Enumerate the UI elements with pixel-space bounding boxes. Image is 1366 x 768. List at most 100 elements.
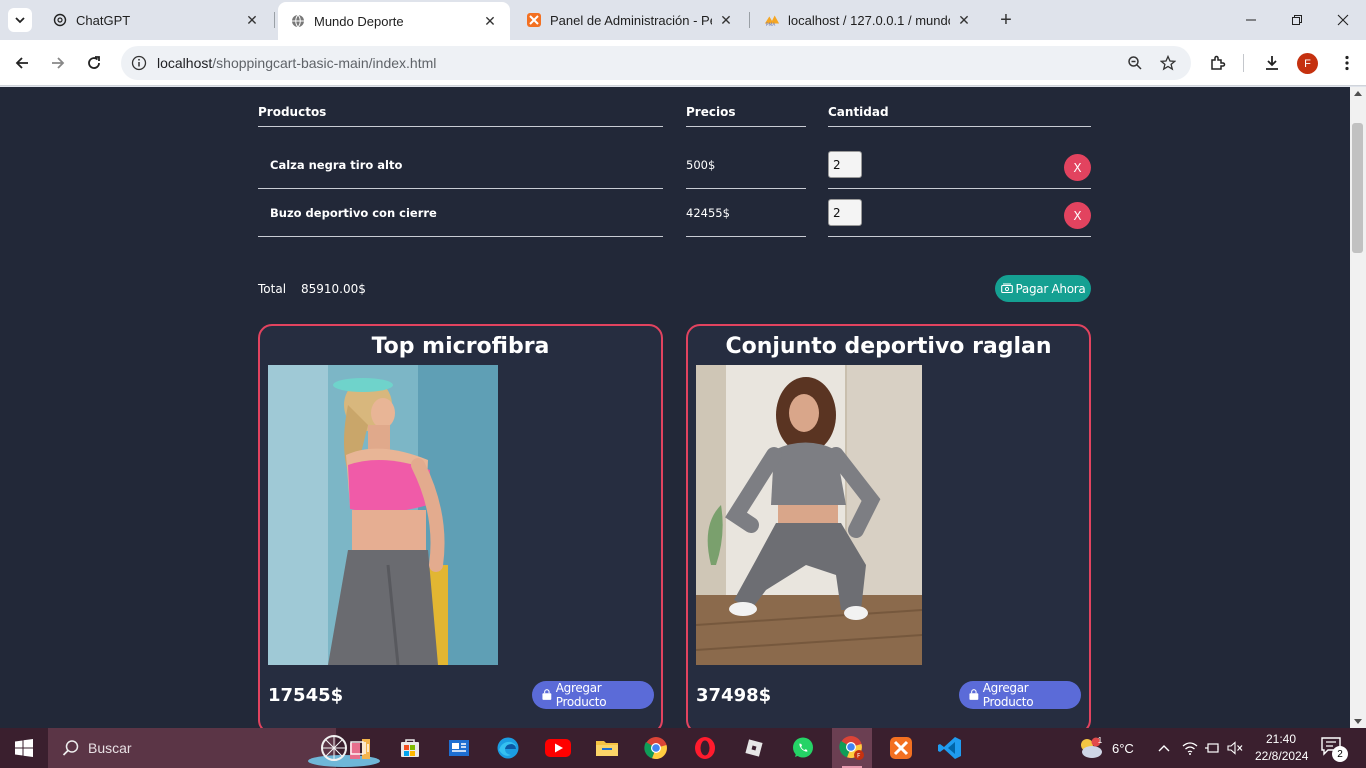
page-scrollbar[interactable] [1350,87,1366,728]
start-button[interactable] [0,728,48,768]
whatsapp-icon[interactable] [783,732,823,764]
download-icon [1266,56,1278,70]
zoom-icon[interactable] [1125,53,1145,73]
show-hidden-icons-button[interactable] [1156,728,1172,768]
clock-date: 22/8/2024 [1255,749,1309,763]
news-app-icon[interactable] [439,732,479,764]
youtube-icon[interactable] [538,732,578,764]
close-icon[interactable]: ✕ [956,12,972,28]
cart-item-name: Calza negra tiro alto [258,141,663,189]
tab-mundo-deporte[interactable]: Mundo Deporte ✕ [278,2,510,40]
volume-status[interactable] [1227,728,1243,768]
scrollbar-thumb[interactable] [1352,123,1363,253]
wifi-status[interactable] [1182,728,1198,768]
profile-avatar[interactable]: F [1297,53,1318,74]
roblox-icon[interactable] [734,732,774,764]
microsoft-store-icon[interactable] [390,732,430,764]
tab-separator [274,12,275,28]
volume-muted-icon [1227,741,1243,755]
scroll-up-arrow-icon[interactable] [1354,91,1362,96]
notifications-button[interactable]: 2 [1320,736,1348,762]
tab-panel-administracion[interactable]: Panel de Administración - Pedid ✕ [514,4,746,36]
add-product-button[interactable]: Agregar Producto [532,681,654,709]
close-icon[interactable]: ✕ [244,12,260,28]
address-bar[interactable]: localhost/shoppingcart-basic-main/index.… [121,46,1191,80]
remove-item-button[interactable]: X [1064,202,1091,229]
globe-icon [290,13,306,29]
file-explorer-icon[interactable] [587,732,627,764]
reload-button[interactable] [80,49,108,77]
product-card: Top microfibra 17545$ Agregar Producto [258,324,663,728]
bookmark-star-icon[interactable] [1158,53,1178,73]
cart-item-price-text: 500$ [686,157,716,172]
shopping-bag-icon [542,689,552,700]
minimize-button[interactable] [1228,0,1274,40]
battery-status[interactable] [1204,728,1220,768]
header-quantity: Cantidad [828,105,1091,127]
xampp-icon [526,12,542,28]
taskbar-clock[interactable]: 21:40 22/8/2024 [1255,731,1309,765]
product-card: Conjunto deportivo raglan 37498$ Agregar… [686,324,1091,728]
restore-icon [1292,15,1302,25]
back-button[interactable] [8,49,36,77]
pay-now-label: Pagar Ahora [1015,281,1086,296]
product-image [268,365,498,665]
search-icon [62,740,79,756]
quantity-input[interactable] [828,151,862,178]
product-price: 37498$ [696,685,772,706]
vscode-icon[interactable] [930,732,970,764]
tab-phpmyadmin[interactable]: PMA localhost / 127.0.0.1 / mundo_c ✕ [752,4,984,36]
windows-logo-icon [15,739,33,757]
remove-item-button[interactable]: X [1064,154,1091,181]
pay-now-button[interactable]: Pagar Ahora [995,275,1091,302]
header-products: Productos [258,105,663,127]
close-window-button[interactable] [1320,0,1366,40]
chrome-profile-icon[interactable]: F [832,728,872,768]
new-tab-button[interactable]: + [994,8,1018,32]
chrome-icon[interactable] [636,732,676,764]
taskbar-search[interactable]: Buscar [48,728,380,768]
cart-item-name: Buzo deportivo con cierre [258,189,663,237]
quantity-input[interactable] [828,199,862,226]
extensions-button[interactable] [1204,49,1232,77]
site-info-icon[interactable] [129,53,149,73]
xampp-icon[interactable] [881,732,921,764]
add-product-button[interactable]: Agregar Producto [959,681,1081,709]
chatgpt-icon [52,12,68,28]
menu-button[interactable] [1333,49,1361,77]
tab-title: localhost / 127.0.0.1 / mundo_c [788,12,950,28]
minimize-icon [1246,19,1256,21]
cart-item-quantity [828,141,1091,189]
url-path: /shoppingcart-basic-main/index.html [212,55,437,71]
weather-widget[interactable]: 1 6°C [1078,728,1138,768]
tab-chatgpt[interactable]: ChatGPT ✕ [40,4,272,36]
search-placeholder: Buscar [88,740,132,756]
clock-time: 21:40 [1265,732,1297,746]
task-view-icon[interactable] [340,732,380,764]
toolbar-divider [1243,54,1244,72]
total-value: 85910.00$ [301,282,366,296]
plug-icon [1205,743,1219,753]
close-icon[interactable]: ✕ [482,13,498,29]
url-host: localhost [157,55,213,71]
url-text[interactable]: localhost/shoppingcart-basic-main/index.… [157,55,436,71]
phpmyadmin-icon: PMA [764,12,780,28]
opera-icon[interactable] [685,732,725,764]
tab-search-button[interactable] [8,8,32,32]
cart-item-quantity [828,189,1091,237]
restore-button[interactable] [1274,0,1320,40]
page-content: Productos Precios Cantidad Calza negra t… [0,87,1350,728]
cart-item-name-text: Buzo deportivo con cierre [270,205,437,220]
forward-button[interactable] [44,49,72,77]
close-icon[interactable]: ✕ [718,12,734,28]
tab-title: Mundo Deporte [314,13,404,29]
browser-toolbar: localhost/shoppingcart-basic-main/index.… [0,40,1366,86]
reload-icon [88,56,100,69]
tab-title: ChatGPT [76,12,131,28]
edge-browser-icon[interactable] [488,732,528,764]
cart-item-name-text: Calza negra tiro alto [270,157,403,172]
downloads-button[interactable] [1258,49,1286,77]
add-product-label: Agregar Producto [982,681,1034,709]
cart-item-price-text: 42455$ [686,205,730,220]
scroll-down-arrow-icon[interactable] [1354,719,1362,724]
